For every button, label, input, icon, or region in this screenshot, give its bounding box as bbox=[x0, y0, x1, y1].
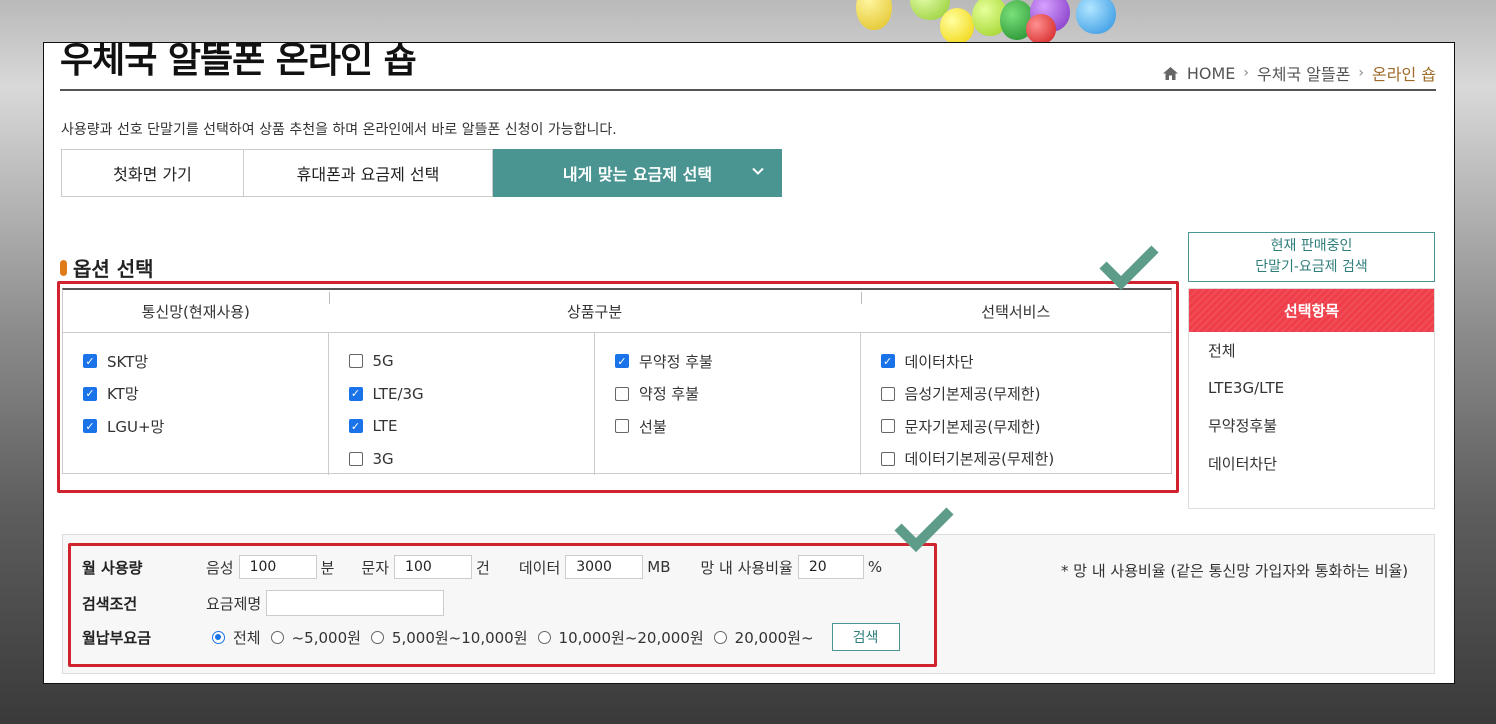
highlight-box-search bbox=[68, 543, 937, 667]
options-title-text: 옵션 선택 bbox=[73, 257, 154, 281]
chevron-down-icon bbox=[752, 167, 764, 175]
tab-phone-plan[interactable]: 휴대폰과 요금제 선택 bbox=[244, 149, 493, 197]
tab-my-plan[interactable]: 내게 맞는 요금제 선택 bbox=[493, 149, 782, 197]
title-divider bbox=[60, 89, 1436, 91]
selected-items-panel: 선택항목 전체 LTE3G/LTE 무약정후불 데이터차단 bbox=[1188, 288, 1435, 509]
current-products-search-button[interactable]: 현재 판매중인 단말기-요금제 검색 bbox=[1188, 232, 1435, 282]
breadcrumb-level1[interactable]: 우체국 알뜰폰 bbox=[1257, 61, 1350, 85]
home-icon bbox=[1162, 66, 1178, 80]
options-section-title: 옵션 선택 bbox=[60, 253, 154, 282]
selected-item: 무약정후불 bbox=[1208, 417, 1278, 436]
breadcrumb-home[interactable]: HOME bbox=[1187, 64, 1236, 83]
chevron-right-icon: › bbox=[1358, 65, 1365, 81]
selected-item: 전체 bbox=[1208, 342, 1236, 361]
selected-item: LTE3G/LTE bbox=[1208, 379, 1285, 398]
annotation-check-icon bbox=[894, 507, 954, 553]
selected-item: 데이터차단 bbox=[1208, 454, 1278, 473]
annotation-check-icon bbox=[1099, 245, 1159, 291]
page-container: 우체국 알뜰폰 온라인 숍 HOME › 우체국 알뜰폰 › 온라인 숍 사용량… bbox=[43, 42, 1455, 684]
breadcrumb: HOME › 우체국 알뜰폰 › 온라인 숍 bbox=[1162, 61, 1436, 85]
breadcrumb-current[interactable]: 온라인 숍 bbox=[1372, 61, 1436, 85]
tab-bar: 첫화면 가기 휴대폰과 요금제 선택 내게 맞는 요금제 선택 bbox=[61, 149, 782, 197]
page-title: 우체국 알뜰폰 온라인 숍 bbox=[60, 42, 417, 81]
chevron-right-icon: › bbox=[1243, 65, 1250, 81]
bullet-icon bbox=[60, 259, 67, 276]
highlight-box-options bbox=[57, 281, 1179, 493]
ratio-note: * 망 내 사용비율 (같은 통신망 가입자와 통화하는 비율) bbox=[1061, 562, 1409, 580]
tab-my-plan-label: 내게 맞는 요금제 선택 bbox=[562, 165, 713, 184]
tab-home[interactable]: 첫화면 가기 bbox=[61, 149, 244, 197]
page-description: 사용량과 선호 단말기를 선택하여 상품 추천을 하며 온라인에서 바로 알뜰폰… bbox=[61, 122, 617, 138]
background-balloons bbox=[850, 0, 1130, 44]
selected-items-title: 선택항목 bbox=[1189, 289, 1434, 332]
